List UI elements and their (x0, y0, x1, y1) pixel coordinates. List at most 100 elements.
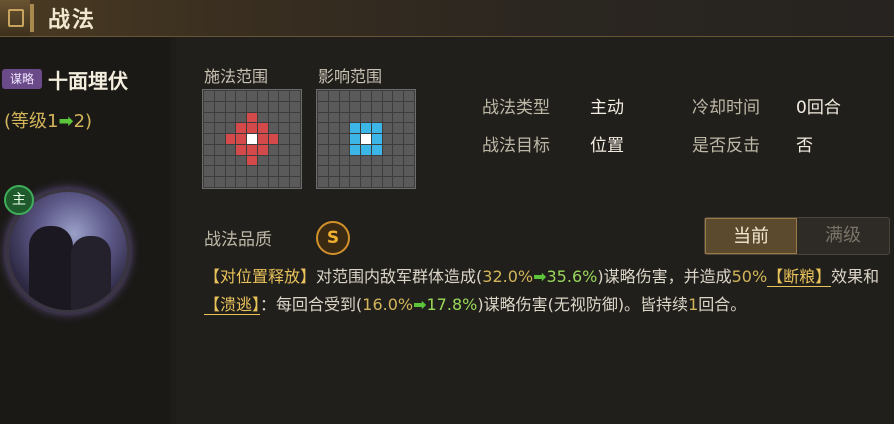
grid-cell (404, 91, 414, 101)
grid-cell (393, 177, 404, 187)
level-view-toggle: 当前 满级 (704, 217, 890, 255)
desc-text: 回合。 (698, 295, 747, 314)
grid-cell (318, 144, 328, 155)
grid-cell (371, 123, 382, 134)
grid-cell (214, 101, 225, 112)
effect-range-label: 影响范围 (318, 67, 383, 86)
grid-cell (290, 123, 300, 134)
grid-cell (328, 101, 339, 112)
desc-keyword-link[interactable]: 【溃逃】 (204, 295, 261, 315)
desc-keyword-link[interactable]: 【断粮】 (767, 267, 832, 287)
grid-cell (339, 91, 350, 101)
grid-cell (247, 123, 257, 134)
grid-cell (382, 101, 393, 112)
grid-cell (204, 134, 214, 144)
grid-cell (393, 112, 404, 123)
grid-cell (247, 112, 257, 123)
grid-cell (339, 177, 350, 187)
grid-cell (318, 166, 328, 177)
grid-cell (339, 134, 350, 144)
grid-cell (268, 177, 279, 187)
skill-target-label: 战法目标 (482, 136, 550, 156)
desc-text: ：每回合受到( (260, 295, 363, 314)
grid-cell (214, 123, 225, 134)
grid-cell (257, 101, 268, 112)
cooldown-value: 0回合 (796, 98, 841, 118)
grid-cell (404, 123, 414, 134)
grid-cell (339, 155, 350, 166)
portrait-figure-right (71, 236, 111, 310)
effect-range-grid (316, 89, 416, 189)
grid-cell (318, 101, 328, 112)
level-arrow-icon: ➡ (58, 111, 74, 132)
grid-cell (225, 91, 236, 101)
grid-cell (225, 177, 236, 187)
grid-cell (257, 91, 268, 101)
grid-cell (371, 177, 382, 187)
header-ornament-icon (0, 0, 30, 36)
skill-detail-panel: 施法范围 影响范围 战法类型 主动 冷却时间 0回合 战法目标 位置 是否反击 … (176, 37, 894, 424)
grid-cell (214, 144, 225, 155)
grid-cell (257, 112, 268, 123)
grid-cell (279, 134, 290, 144)
grid-cell (225, 155, 236, 166)
grid-cell (279, 177, 290, 187)
grid-cell (268, 101, 279, 112)
grid-cell (268, 123, 279, 134)
skill-quality-badge: S (316, 221, 350, 255)
grid-cell (225, 166, 236, 177)
desc-value-upgraded: 17.8% (426, 295, 478, 314)
grid-cell (247, 91, 257, 101)
grid-cell (404, 112, 414, 123)
grid-cell (350, 101, 361, 112)
page-title: 战法 (48, 8, 97, 33)
grid-cell (350, 177, 361, 187)
skill-level: (等级1➡2) (4, 107, 92, 133)
grid-cell (328, 144, 339, 155)
tab-current-level[interactable]: 当前 (705, 218, 797, 254)
grid-cell (339, 112, 350, 123)
grid-cell (393, 91, 404, 101)
grid-cell (382, 155, 393, 166)
skill-name: 十面埋伏 (48, 69, 128, 93)
grid-cell (361, 177, 371, 187)
desc-text: )谋略伤害(无视防御)。皆持续 (477, 295, 689, 314)
grid-cell (371, 112, 382, 123)
grid-cell (247, 134, 257, 144)
grid-cell (214, 112, 225, 123)
skill-type-tag: 谋略 (2, 69, 42, 89)
grid-cell (371, 134, 382, 144)
cast-range-label: 施法范围 (204, 67, 269, 86)
grid-cell (279, 123, 290, 134)
grid-cell (404, 155, 414, 166)
grid-cell (236, 101, 247, 112)
grid-cell (318, 91, 328, 101)
grid-cell (290, 91, 300, 101)
counterattack-value: 否 (796, 136, 813, 156)
grid-cell (404, 101, 414, 112)
cooldown-label: 冷却时间 (692, 98, 760, 118)
tab-max-level[interactable]: 满级 (797, 218, 889, 254)
grid-cell (257, 166, 268, 177)
grid-cell (204, 123, 214, 134)
grid-cell (382, 177, 393, 187)
grid-cell (361, 91, 371, 101)
grid-cell (361, 144, 371, 155)
grid-cell (236, 155, 247, 166)
grid-cell (257, 155, 268, 166)
grid-cell (371, 101, 382, 112)
grid-cell (350, 166, 361, 177)
grid-cell (318, 123, 328, 134)
skill-description: 【对位置释放】对范围内敌军群体造成(32.0%➡35.6%)谋略伤害，并造成50… (204, 263, 894, 319)
grid-cell (214, 134, 225, 144)
grid-cell (214, 91, 225, 101)
grid-cell (290, 166, 300, 177)
grid-cell (225, 144, 236, 155)
grid-cell (393, 134, 404, 144)
grid-cell (257, 134, 268, 144)
grid-cell (361, 123, 371, 134)
grid-cell (371, 144, 382, 155)
grid-cell (328, 112, 339, 123)
grid-cell (290, 112, 300, 123)
grid-cell (339, 144, 350, 155)
